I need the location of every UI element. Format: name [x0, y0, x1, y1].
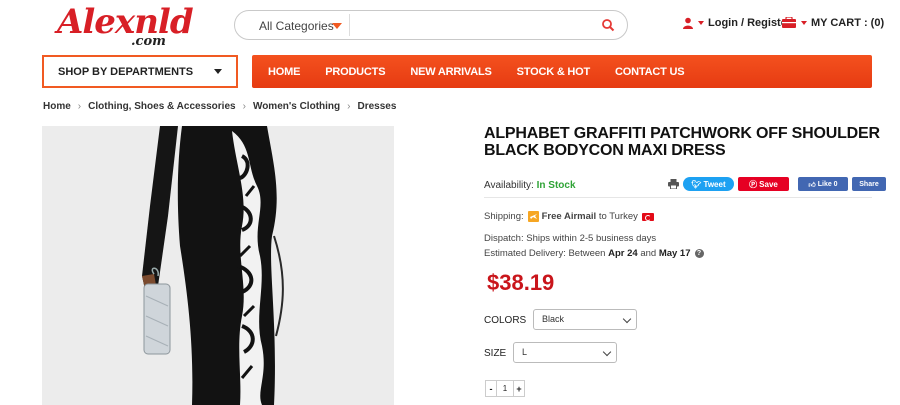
- logo-domain: .com: [131, 34, 166, 49]
- cart-label: MY CART : (0): [811, 17, 885, 29]
- colors-label: COLORS: [484, 315, 527, 326]
- turkey-flag-icon: [641, 212, 654, 221]
- share-label: Share: [859, 180, 879, 188]
- breadcrumb-home[interactable]: Home: [43, 101, 71, 112]
- quantity-value[interactable]: 1: [497, 380, 513, 397]
- breadcrumb-clothing[interactable]: Clothing, Shoes & Accessories: [88, 101, 235, 112]
- cart-icon: [782, 17, 796, 28]
- availability: Availability: In Stock: [484, 180, 576, 191]
- dispatch-info: Dispatch: Ships within 2-5 business days: [484, 233, 657, 244]
- quantity-stepper: - 1 +: [485, 380, 525, 397]
- delivery-start: Apr 24: [608, 248, 638, 259]
- shipping-label: Shipping:: [484, 211, 524, 222]
- breadcrumb-womens[interactable]: Women's Clothing: [253, 101, 340, 112]
- category-select[interactable]: All Categories: [259, 19, 334, 33]
- search-bar: All Categories: [234, 10, 628, 40]
- chevron-down-icon: [801, 21, 807, 25]
- airplane-icon: [527, 211, 539, 222]
- login-label: Login / Register: [708, 17, 792, 29]
- nav-stock-hot[interactable]: STOCK & HOT: [517, 66, 591, 78]
- search-input[interactable]: [349, 14, 589, 36]
- product-price: $38.19: [487, 270, 555, 295]
- shipping-info: Shipping: Free Airmail to Turkey: [484, 211, 654, 222]
- shop-by-departments[interactable]: SHOP BY DEPARTMENTS: [42, 55, 238, 88]
- delivery-and: and: [640, 248, 657, 259]
- main-nav: HOME PRODUCTS NEW ARRIVALS STOCK & HOT C…: [252, 55, 872, 88]
- tweet-button[interactable]: 🐦︎ Tweet: [683, 177, 734, 191]
- nav-new-arrivals[interactable]: NEW ARRIVALS: [410, 66, 492, 78]
- breadcrumb-separator: ›: [77, 101, 82, 112]
- delivery-prefix: Estimated Delivery: Between: [484, 248, 606, 259]
- save-label: Save: [759, 179, 778, 189]
- cart-link[interactable]: MY CART : (0): [781, 17, 884, 29]
- product-title: ALPHABET GRAFFITI PATCHWORK OFF SHOULDER…: [484, 125, 880, 159]
- breadcrumb-separator: ›: [347, 101, 351, 112]
- delivery-end: May 17: [658, 248, 691, 259]
- like-label: Like 0: [817, 180, 838, 188]
- thumbs-up-icon: 👍︎: [808, 181, 816, 189]
- tweet-label: Tweet: [703, 179, 726, 189]
- chevron-down-icon: [622, 314, 632, 324]
- pinterest-save-button[interactable]: Ⓟ Save: [738, 177, 789, 191]
- product-image[interactable]: [42, 126, 394, 405]
- departments-label: SHOP BY DEPARTMENTS: [58, 66, 194, 78]
- login-register-link[interactable]: Login / Register: [682, 17, 791, 29]
- availability-label: Availability:: [484, 180, 534, 191]
- search-icon[interactable]: [601, 18, 615, 32]
- facebook-share-button[interactable]: Share: [852, 177, 886, 191]
- breadcrumb-dresses[interactable]: Dresses: [357, 101, 396, 112]
- size-selected: L: [522, 347, 528, 357]
- breadcrumb: Home › Clothing, Shoes & Accessories › W…: [43, 101, 396, 112]
- nav-home[interactable]: HOME: [268, 66, 300, 78]
- twitter-icon: 🐦︎: [691, 179, 702, 189]
- logo-text: Alexnld: [57, 2, 194, 42]
- user-icon: [683, 17, 693, 29]
- quantity-increase-button[interactable]: +: [513, 380, 525, 397]
- estimated-delivery: Estimated Delivery: Between Apr 24 and M…: [484, 248, 704, 259]
- size-label: SIZE: [484, 348, 507, 359]
- facebook-like-button[interactable]: 👍︎ Like 0: [798, 177, 848, 191]
- availability-value: In Stock: [536, 180, 576, 191]
- breadcrumb-separator: ›: [242, 101, 246, 112]
- quantity-decrease-button[interactable]: -: [485, 380, 497, 397]
- nav-products[interactable]: PRODUCTS: [325, 66, 385, 78]
- color-select[interactable]: Black: [533, 309, 637, 330]
- chevron-down-icon[interactable]: [332, 23, 342, 29]
- print-icon[interactable]: [668, 179, 679, 189]
- chevron-down-icon: [602, 347, 612, 357]
- shipping-destination: to Turkey: [598, 211, 638, 222]
- site-logo[interactable]: Alexnld .com: [57, 4, 194, 49]
- shipping-method: Free Airmail: [541, 211, 597, 222]
- color-selected: Black: [542, 314, 565, 324]
- chevron-down-icon: [698, 21, 704, 25]
- nav-contact-us[interactable]: CONTACT US: [615, 66, 684, 78]
- size-select[interactable]: L: [513, 342, 617, 363]
- question-icon[interactable]: ?: [694, 249, 704, 258]
- dress-photo: [42, 126, 394, 405]
- availability-row: Availability: In Stock 🐦︎ Tweet Ⓟ Save 👍…: [484, 176, 886, 198]
- pinterest-icon: Ⓟ: [749, 179, 758, 189]
- chevron-down-icon: [214, 69, 222, 74]
